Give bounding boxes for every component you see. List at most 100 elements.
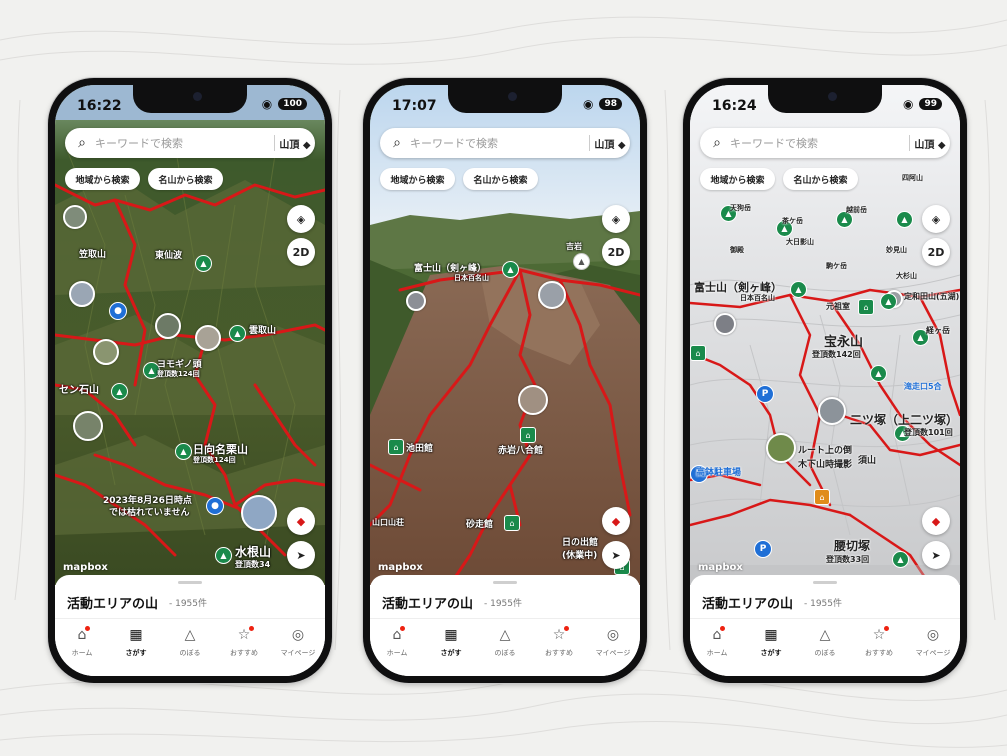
mountain-pin-icon[interactable]: ▲: [175, 443, 192, 460]
status-bar-icons: ◉ 100: [262, 97, 307, 111]
hut-icon[interactable]: ⌂: [814, 489, 830, 505]
tab-recommend[interactable]: ☆ おすすめ: [852, 619, 906, 676]
bottom-sheet[interactable]: 活動エリアの山 - 1955件 ⌂ ホーム ▦ さがす △ のぼる ☆ おすすめ ◎ マイ…: [370, 575, 640, 676]
search-by-region-chip[interactable]: 地域から検索: [700, 168, 775, 190]
photo-marker[interactable]: [93, 339, 119, 365]
photo-marker[interactable]: [241, 495, 277, 531]
tab-search[interactable]: ▦ さがす: [424, 619, 478, 676]
bottom-sheet[interactable]: 活動エリアの山 - 1955件 ⌂ ホーム ▦ さがす △ のぼる ☆ おすすめ ◎ マイ…: [55, 575, 325, 676]
sheet-grabber[interactable]: [178, 581, 202, 584]
phone-screen: ● ● ▲ ▲ ▲ ▲ ▲ ▲ 笠取山 東仙波 雲取山 ヨモギノ頭 登頂数124…: [55, 85, 325, 676]
tab-mypage[interactable]: ◎ マイページ: [586, 619, 640, 676]
mountain-pin-icon[interactable]: ▲: [892, 551, 909, 568]
search-by-famous-mountain-chip[interactable]: 名山から検索: [783, 168, 858, 190]
tab-mypage[interactable]: ◎ マイページ: [271, 619, 325, 676]
hut-icon[interactable]: ⌂: [388, 439, 404, 455]
compass-button[interactable]: ◆: [922, 507, 950, 535]
search-placeholder: キーワードで検索: [730, 137, 818, 150]
compass-button[interactable]: ◆: [602, 507, 630, 535]
search-by-famous-mountain-chip[interactable]: 名山から検索: [463, 168, 538, 190]
map-label: 四阿山: [902, 174, 923, 182]
sheet-count: - 1955件: [804, 599, 843, 609]
layers-button[interactable]: ◈: [602, 205, 630, 233]
hut-icon[interactable]: ⌂: [520, 427, 536, 443]
current-location-button[interactable]: ➤: [602, 541, 630, 569]
sheet-grabber[interactable]: [493, 581, 517, 584]
parking-icon[interactable]: P: [754, 540, 772, 558]
layers-icon: ◈: [931, 212, 941, 226]
battery-indicator: 100: [278, 98, 307, 110]
mountain-pin-icon[interactable]: ▲: [880, 293, 897, 310]
tab-label: おすすめ: [545, 649, 573, 657]
photo-marker[interactable]: [155, 313, 181, 339]
map-label: 砂走館: [466, 520, 494, 530]
photo-marker[interactable]: [195, 325, 221, 351]
search-bar[interactable]: ⌕ キーワードで検索 山頂 ◆: [700, 128, 950, 158]
search-by-famous-mountain-chip[interactable]: 名山から検索: [148, 168, 223, 190]
tab-home[interactable]: ⌂ ホーム: [55, 619, 109, 676]
sheet-grabber[interactable]: [813, 581, 837, 584]
parking-icon[interactable]: P: [756, 385, 774, 403]
compass-button[interactable]: ◆: [287, 507, 315, 535]
tab-search[interactable]: ▦ さがす: [744, 619, 798, 676]
tab-climb[interactable]: △ のぼる: [478, 619, 532, 676]
home-icon: ⌂: [393, 626, 406, 645]
notch: [768, 85, 882, 113]
status-time: 16:24: [712, 98, 757, 114]
mountain-pin-icon[interactable]: ▲: [229, 325, 246, 342]
tab-climb[interactable]: △ のぼる: [163, 619, 217, 676]
photo-marker[interactable]: [73, 411, 103, 441]
sheet-title: 活動エリアの山: [67, 597, 159, 612]
layers-button[interactable]: ◈: [922, 205, 950, 233]
photo-marker[interactable]: [538, 281, 566, 309]
search-by-region-chip[interactable]: 地域から検索: [380, 168, 455, 190]
photo-marker[interactable]: [63, 205, 87, 229]
tab-recommend[interactable]: ☆ おすすめ: [217, 619, 271, 676]
mountain-pin-icon[interactable]: ▲: [573, 253, 590, 270]
photo-marker[interactable]: [766, 433, 796, 463]
search-filter-select[interactable]: 山頂 ◆: [590, 136, 630, 151]
mountain-pin-icon[interactable]: ▲: [896, 211, 913, 228]
search-bar[interactable]: ⌕ キーワードで検索 山頂 ◆: [380, 128, 630, 158]
mountain-pin-icon[interactable]: ▲: [790, 281, 807, 298]
tab-home[interactable]: ⌂ ホーム: [690, 619, 744, 676]
mountain-pin-icon[interactable]: ▲: [215, 547, 232, 564]
bottom-sheet[interactable]: 活動エリアの山 - 1955件 ⌂ ホーム ▦ さがす △ のぼる ☆ おすすめ ◎ マイ…: [690, 575, 960, 676]
search-bar[interactable]: ⌕ キーワードで検索 山頂 ◆: [65, 128, 315, 158]
water-icon[interactable]: ●: [206, 497, 224, 515]
mountain-pin-icon[interactable]: ▲: [111, 383, 128, 400]
hut-icon[interactable]: ⌂: [504, 515, 520, 531]
mountain-pin-icon[interactable]: ▲: [870, 365, 887, 382]
2d-toggle-button[interactable]: 2D: [287, 238, 315, 266]
photo-marker[interactable]: [818, 397, 846, 425]
2d-toggle-button[interactable]: 2D: [602, 238, 630, 266]
layers-button[interactable]: ◈: [287, 205, 315, 233]
current-location-button[interactable]: ➤: [922, 541, 950, 569]
hut-icon[interactable]: ⌂: [690, 345, 706, 361]
map-3d-view[interactable]: [55, 85, 325, 585]
photo-marker[interactable]: [406, 291, 426, 311]
mountain-pin-icon[interactable]: ▲: [195, 255, 212, 272]
hut-icon[interactable]: ⌂: [858, 299, 874, 315]
tab-bar: ⌂ ホーム ▦ さがす △ のぼる ☆ おすすめ ◎ マイページ: [55, 618, 325, 676]
search-placeholder: キーワードで検索: [95, 137, 183, 150]
photo-marker[interactable]: [714, 313, 736, 335]
current-location-button[interactable]: ➤: [287, 541, 315, 569]
tab-climb[interactable]: △ のぼる: [798, 619, 852, 676]
photo-marker[interactable]: [518, 385, 548, 415]
search-by-region-chip[interactable]: 地域から検索: [65, 168, 140, 190]
mountain-pin-icon[interactable]: ▲: [502, 261, 519, 278]
tab-search[interactable]: ▦ さがす: [109, 619, 163, 676]
water-icon[interactable]: ●: [109, 302, 127, 320]
map-3d-view[interactable]: [370, 85, 640, 585]
2d-toggle-button[interactable]: 2D: [922, 238, 950, 266]
map-label: ルート上の倒: [798, 446, 853, 456]
compass-icon: ◆: [931, 514, 941, 528]
tab-mypage[interactable]: ◎ マイページ: [906, 619, 960, 676]
search-filter-select[interactable]: 山頂 ◆: [275, 136, 315, 151]
photo-marker[interactable]: [69, 281, 95, 307]
tab-recommend[interactable]: ☆ おすすめ: [532, 619, 586, 676]
map-search-icon: ▦: [129, 627, 143, 643]
search-filter-select[interactable]: 山頂 ◆: [910, 136, 950, 151]
tab-home[interactable]: ⌂ ホーム: [370, 619, 424, 676]
